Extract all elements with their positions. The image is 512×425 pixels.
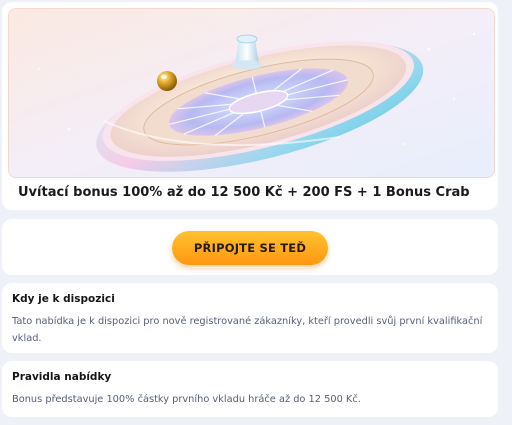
offer-rules-section: Pravidla nabídky Bonus představuje 100% … [2,361,498,417]
offer-rules-text: Bonus představuje 100% částky prvního vk… [12,394,361,405]
availability-text: Tato nabídka je k dispozici pro nově reg… [12,316,483,344]
roulette-wheel-illustration [8,8,495,178]
availability-heading: Kdy je k dispozici [12,293,115,305]
join-now-button[interactable]: PŘIPOJTE SE TEĎ [172,231,328,265]
bonus-title: Uvítací bonus 100% až do 12 500 Kč + 200… [18,185,470,200]
availability-section: Kdy je k dispozici Tato nabídka je k dis… [2,283,498,353]
offer-rules-heading: Pravidla nabídky [12,371,112,383]
cta-card: PŘIPOJTE SE TEĎ [2,219,498,275]
bonus-card: Uvítací bonus 100% až do 12 500 Kč + 200… [2,2,498,210]
